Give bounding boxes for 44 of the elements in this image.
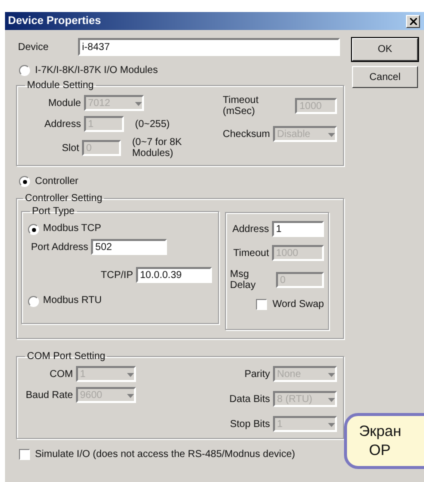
window-title: Device Properties [8, 15, 101, 27]
close-icon[interactable] [406, 14, 420, 28]
device-label: Device [17, 42, 50, 52]
field-label: Msg Delay [230, 269, 257, 291]
text-field[interactable]: 502 [91, 239, 168, 255]
radio-label: Modbus RTU [43, 295, 102, 306]
text-field[interactable]: 10.0.0.39 [136, 267, 212, 283]
field-label: Timeout (mSec) [222, 95, 260, 117]
field-label: Slot [60, 142, 80, 154]
field-label: Timeout [233, 248, 269, 258]
range-hint: (0~255) [135, 118, 170, 130]
checkbox[interactable] [256, 299, 268, 310]
field-label: Baud Rate [24, 390, 73, 400]
radio-button[interactable] [19, 176, 30, 187]
group-title: Module Setting [26, 80, 95, 91]
callout-text: Экран [359, 422, 402, 441]
text-field[interactable]: 1 [272, 221, 324, 237]
field-label: Module [47, 98, 81, 108]
dialog-button[interactable]: Cancel [352, 66, 418, 88]
radio-button[interactable] [28, 224, 39, 235]
radio-label: I-7K/I-8K/I-87K I/O Modules [35, 65, 158, 76]
field-label: Parity [244, 368, 270, 380]
field-label: Address [232, 224, 269, 234]
dialog-button[interactable]: OK [352, 38, 418, 61]
checkbox-label: Word Swap [272, 299, 324, 310]
field-label: Stop Bits [230, 418, 270, 430]
device-field[interactable]: i-8437 [78, 38, 340, 56]
group-title: Controller Setting [24, 193, 104, 204]
field-label: Address [43, 118, 81, 130]
radio-button[interactable] [28, 296, 39, 307]
field-label: Port Address [31, 242, 88, 252]
checkbox[interactable] [19, 449, 30, 460]
radio-label: Controller [35, 176, 78, 187]
radio-label: Modbus TCP [43, 223, 102, 234]
field-label: Data Bits [229, 394, 270, 404]
group-title: COM Port Setting [26, 351, 106, 362]
radio-button[interactable] [19, 65, 30, 76]
field-label: TCP/IP [100, 270, 133, 280]
field-label: COM [48, 368, 73, 380]
callout-text: OP [369, 441, 391, 460]
checkbox-label: Simulate I/O (does not access the RS-485/Modnus device) [35, 449, 296, 460]
range-hint: (0~7 for 8K Modules) [132, 137, 183, 159]
field-label: Checksum [222, 128, 270, 140]
group-title: Port Type [31, 206, 76, 217]
